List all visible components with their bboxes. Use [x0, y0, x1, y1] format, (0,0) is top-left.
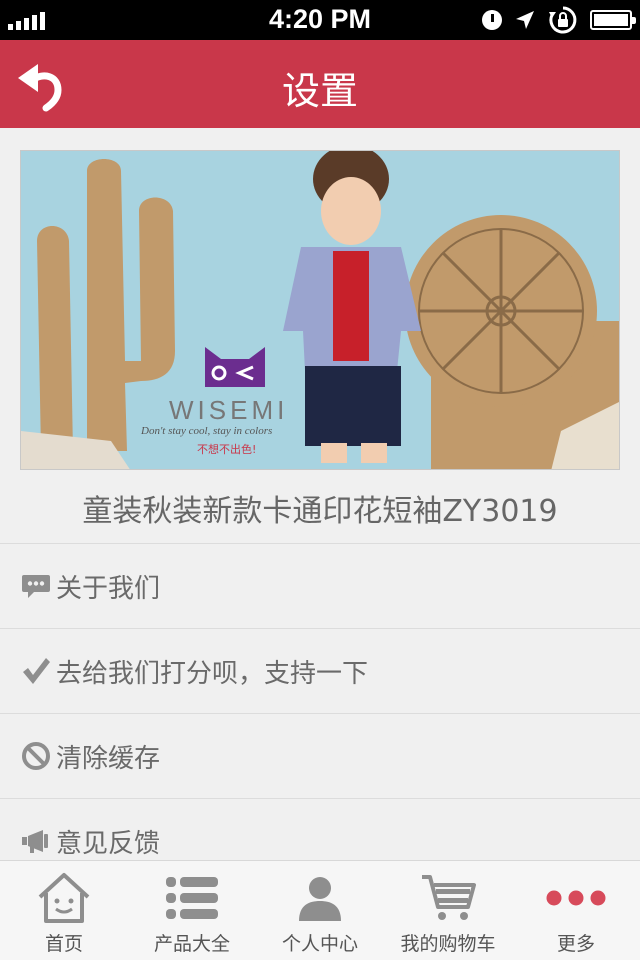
banner-brand: WISEMI [169, 395, 289, 425]
product-name: 童装秋装新款卡通印花短袖ZY3019 [82, 494, 558, 529]
menu-item-rate-us[interactable]: 去给我们打分呗，支持一下 [0, 628, 640, 713]
tab-label: 我的购物车 [400, 933, 496, 955]
location-arrow-icon [516, 11, 534, 29]
battery-icon [590, 10, 636, 30]
no-entry-icon [20, 740, 52, 772]
chat-bubble-icon [20, 570, 52, 602]
checkmark-icon [20, 655, 52, 687]
settings-menu: 关于我们 去给我们打分呗，支持一下 清除缓存 意见反馈 [0, 543, 640, 883]
menu-item-label: 去给我们打分呗，支持一下 [56, 658, 369, 689]
cart-icon [422, 875, 476, 920]
bottom-tab-bar: 首页 产品大全 个人中心 我的购物车 更多 [0, 860, 640, 960]
alarm-clock-icon [482, 10, 502, 30]
tab-label: 更多 [556, 933, 595, 955]
menu-item-label: 清除缓存 [56, 743, 161, 774]
banner-slogan: Don't stay cool, stay in colors [141, 425, 273, 437]
tab-label: 首页 [44, 933, 83, 955]
more-dots-icon [546, 890, 606, 906]
megaphone-icon [20, 825, 52, 857]
tab-more[interactable]: 更多 [512, 861, 640, 960]
user-icon [299, 877, 341, 921]
home-icon [38, 873, 90, 923]
menu-item-clear-cache[interactable]: 清除缓存 [0, 713, 640, 798]
menu-item-label: 关于我们 [56, 573, 161, 604]
status-bar: 4:20 PM [0, 0, 640, 40]
tab-cart[interactable]: 我的购物车 [384, 861, 512, 960]
nav-header: 设置 [0, 40, 640, 128]
menu-item-about-us[interactable]: 关于我们 [0, 543, 640, 628]
tab-home[interactable]: 首页 [0, 861, 128, 960]
rotation-lock-icon [549, 6, 577, 34]
page-title: 设置 [281, 69, 358, 113]
menu-item-label: 意见反馈 [56, 828, 161, 859]
list-icon [166, 877, 218, 919]
tab-label: 个人中心 [281, 933, 358, 955]
banner-slogan-cn: 不想不出色! [197, 443, 257, 456]
product-banner-image[interactable]: WISEMI Don't stay cool, stay in colors 不… [20, 150, 620, 470]
tab-label: 产品大全 [153, 933, 230, 955]
tab-profile[interactable]: 个人中心 [256, 861, 384, 960]
tab-products[interactable]: 产品大全 [128, 861, 256, 960]
